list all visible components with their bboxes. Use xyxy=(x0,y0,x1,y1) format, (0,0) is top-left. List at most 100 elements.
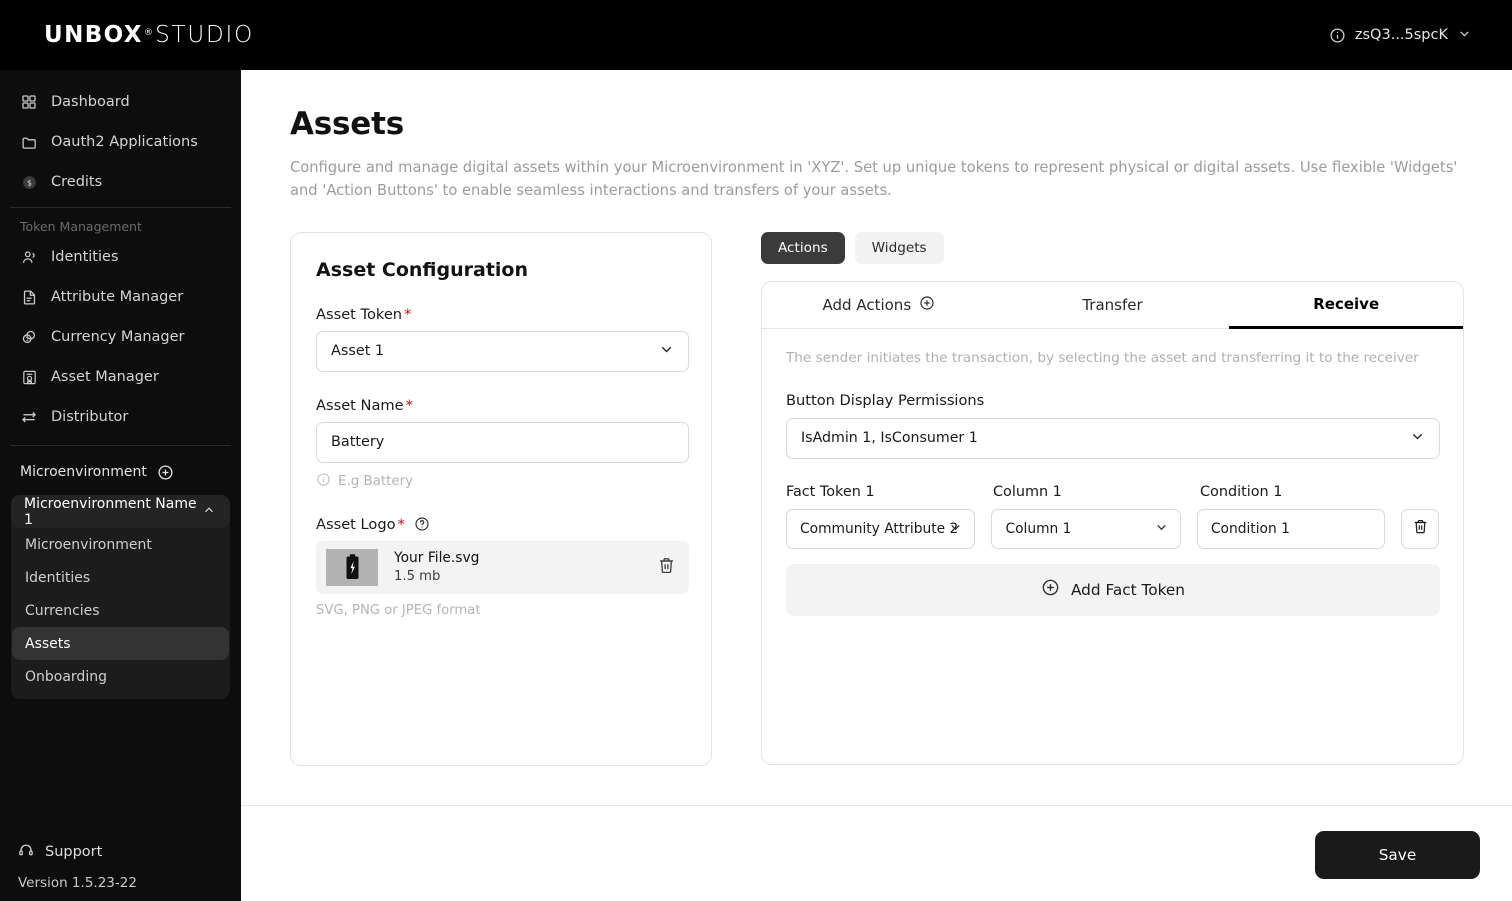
asset-logo-file-row: Your File.svg 1.5 mb xyxy=(316,540,689,594)
folder-icon xyxy=(20,133,38,151)
tab-label: Add Actions xyxy=(822,295,912,314)
segment-actions[interactable]: Actions xyxy=(761,231,845,264)
card-title: Asset Configuration xyxy=(316,258,529,281)
chevron-down-icon xyxy=(1154,519,1169,538)
sidebar-item-dashboard[interactable]: Dashboard xyxy=(10,86,231,118)
tab-transfer[interactable]: Transfer xyxy=(995,282,1230,329)
footer-divider xyxy=(241,805,1512,806)
save-button[interactable]: Save xyxy=(1315,831,1480,879)
permissions-value: IsAdmin 1, IsConsumer 1 xyxy=(801,430,978,447)
file-size: 1.5 mb xyxy=(394,569,441,585)
asset-name-input[interactable]: Battery xyxy=(316,421,689,463)
support-label: Support xyxy=(45,844,103,860)
coin-dollar-icon: $ xyxy=(20,173,38,191)
delete-asset-logo-button[interactable] xyxy=(657,556,676,579)
sidebar-section-title: Token Management xyxy=(20,219,142,234)
sidebar-item-asset-manager[interactable]: Asset Manager xyxy=(10,361,231,393)
tab-add-actions[interactable]: Add Actions xyxy=(762,282,996,329)
coins-stack-icon: 1 xyxy=(20,328,38,346)
file-name: Your File.svg xyxy=(394,550,480,567)
sidebar-subitem-microenvironment[interactable]: Microenvironment xyxy=(12,528,229,561)
sidebar-item-credits[interactable]: $ Credits xyxy=(10,166,231,198)
asset-name-value: Battery xyxy=(331,434,385,451)
info-circle-icon xyxy=(316,472,331,491)
label-text: Asset Name xyxy=(316,396,404,414)
sidebar-item-label: Distributor xyxy=(51,409,129,425)
tab-receive[interactable]: Receive xyxy=(1229,282,1464,329)
required-marker: * xyxy=(404,305,412,323)
document-icon xyxy=(20,288,38,306)
page-description: Configure and manage digital assets with… xyxy=(290,159,1458,199)
plus-circle-icon[interactable] xyxy=(157,464,174,481)
column-header: Column 1 xyxy=(993,483,1062,500)
account-menu[interactable]: zsQ3...5spcK xyxy=(1329,0,1472,70)
segment-label: Actions xyxy=(778,239,828,256)
button-display-permissions-select[interactable]: IsAdmin 1, IsConsumer 1 xyxy=(786,417,1440,459)
fact-token-header: Fact Token 1 xyxy=(786,483,875,500)
asset-logo-file-meta: Your File.svg 1.5 mb xyxy=(394,550,657,584)
chevron-down-icon xyxy=(948,519,963,538)
sidebar-footer: Support Version 1.5.23-22 xyxy=(0,837,241,901)
sidebar-divider xyxy=(10,445,231,446)
asset-name-hint-text: E.g Battery xyxy=(338,473,414,489)
sidebar-subitem-assets[interactable]: Assets xyxy=(12,627,229,660)
sidebar-item-label: Dashboard xyxy=(51,94,130,110)
actions-panel: Add Actions Transfer Receive The sender … xyxy=(761,280,1464,765)
grid-icon xyxy=(20,93,38,111)
condition-input[interactable]: Condition 1 xyxy=(1196,508,1386,549)
support-link[interactable]: Support xyxy=(0,837,241,867)
sidebar-item-distributor[interactable]: Distributor xyxy=(10,401,231,433)
sidebar-item-label: Attribute Manager xyxy=(51,289,184,305)
chevron-down-icon xyxy=(1457,26,1472,45)
page-title: Assets xyxy=(290,106,404,142)
chevron-down-icon xyxy=(1409,428,1426,449)
sidebar-subitem-onboarding[interactable]: Onboarding xyxy=(12,660,229,693)
segment-widgets[interactable]: Widgets xyxy=(854,231,944,264)
chevron-down-icon xyxy=(658,341,675,362)
asset-name-label: Asset Name * xyxy=(316,397,686,414)
sidebar-item-currency-manager[interactable]: 1 Currency Manager xyxy=(10,321,231,353)
sidebar-subitem-currencies[interactable]: Currencies xyxy=(12,594,229,627)
microenvironment-header: Microenvironment xyxy=(0,457,241,487)
sidebar-subitem-label: Onboarding xyxy=(25,668,107,685)
svg-text:1: 1 xyxy=(26,337,29,343)
account-label: zsQ3...5spcK xyxy=(1354,27,1448,43)
logo-unbox: UNBOX xyxy=(44,22,143,48)
microenvironment-label: Microenvironment xyxy=(20,464,147,480)
sidebar-item-oauth2-applications[interactable]: Oauth2 Applications xyxy=(10,126,231,158)
sidebar-subitem-label: Assets xyxy=(25,635,71,652)
column-value: Column 1 xyxy=(1005,520,1072,537)
fact-token-select[interactable]: Community Attribute 2 xyxy=(786,508,976,549)
sidebar-item-attribute-manager[interactable]: Attribute Manager xyxy=(10,281,231,313)
question-circle-icon[interactable] xyxy=(414,516,430,532)
sidebar-item-identities[interactable]: Identities xyxy=(10,241,231,273)
asset-token-select[interactable]: Asset 1 xyxy=(316,330,689,372)
svg-text:$: $ xyxy=(27,178,32,187)
logo-registered-mark: ® xyxy=(143,28,155,38)
condition-value: Condition 1 xyxy=(1210,520,1290,537)
logo-studio: STUDIO xyxy=(155,22,255,48)
panel-segmented-control: Actions Widgets xyxy=(761,231,1466,264)
column-select[interactable]: Column 1 xyxy=(991,508,1181,549)
sidebar-item-label: Credits xyxy=(51,174,103,190)
add-fact-token-label: Add Fact Token xyxy=(1070,580,1186,599)
sidebar-subitem-identities[interactable]: Identities xyxy=(12,561,229,594)
asset-name-hint: E.g Battery xyxy=(316,472,686,491)
fact-token-value: Community Attribute 2 xyxy=(800,520,959,537)
required-marker: * xyxy=(405,396,413,414)
sidebar-subitem-label: Microenvironment xyxy=(25,536,152,553)
condition-header: Condition 1 xyxy=(1200,483,1283,500)
segment-label: Widgets xyxy=(871,239,927,256)
asset-logo-format-note: SVG, PNG or JPEG format xyxy=(316,602,481,618)
microenvironment-group-header[interactable]: Microenvironment Name 1 xyxy=(11,495,230,528)
sidebar-item-label: Identities xyxy=(51,249,119,265)
add-fact-token-button[interactable]: Add Fact Token xyxy=(786,563,1440,616)
asset-configuration-card: Asset Configuration Asset Token * Asset 1… xyxy=(290,231,712,766)
delete-fact-token-button[interactable] xyxy=(1401,508,1439,549)
transfer-arrows-icon xyxy=(20,408,38,426)
